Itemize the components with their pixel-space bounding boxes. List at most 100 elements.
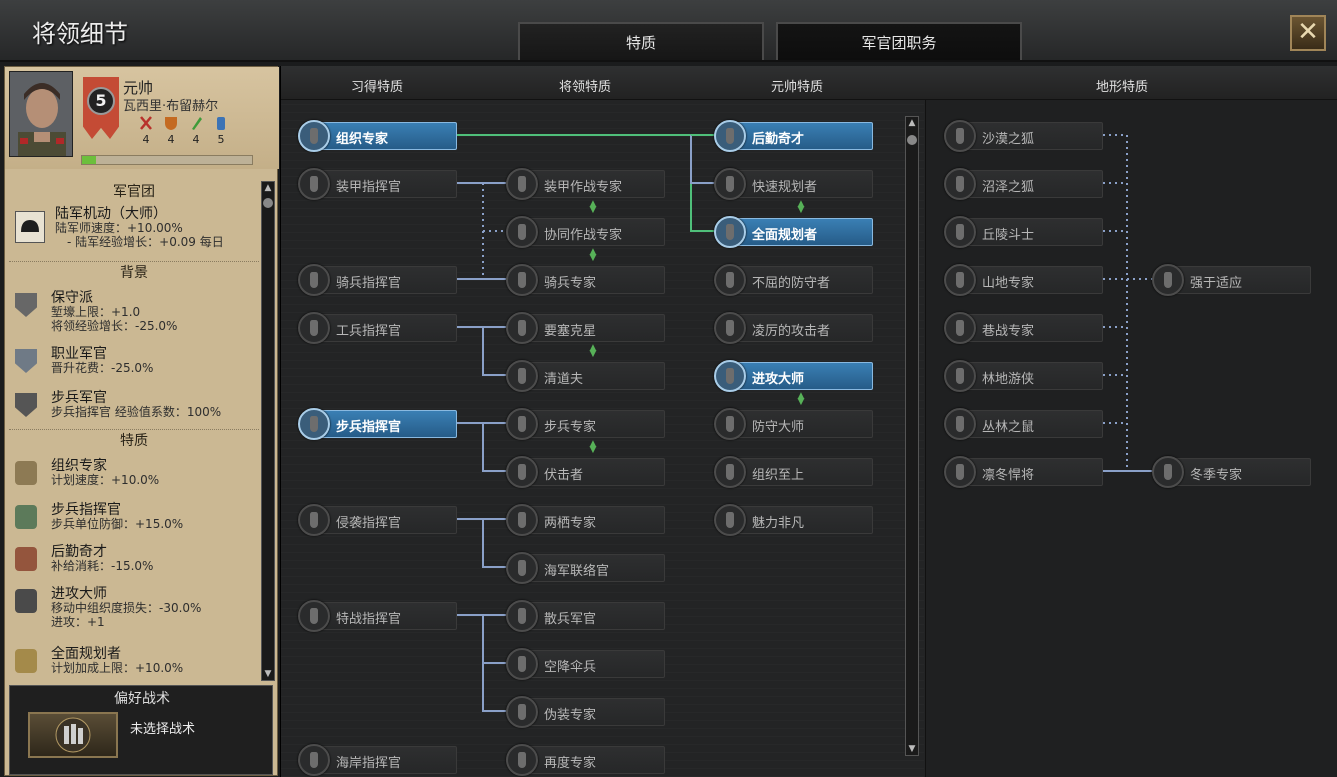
- tab-traits-label: 特质: [625, 34, 656, 52]
- terrain-trait[interactable]: 强于适应: [1152, 264, 1311, 296]
- marshal-trait[interactable]: 组织至上: [714, 456, 873, 488]
- defense-value: 4: [167, 133, 175, 146]
- medal-icon: [298, 120, 330, 152]
- general-trait[interactable]: 步兵专家: [506, 408, 665, 440]
- column-headers: 习得特质 将领特质 元帅特质 地形特质: [281, 66, 1337, 100]
- trait-name: 侵袭指挥官: [336, 516, 402, 531]
- learned-trait[interactable]: 侵袭指挥官: [298, 504, 457, 536]
- medal-icon: [944, 312, 976, 344]
- trait-name: 装甲作战专家: [544, 180, 623, 195]
- learned-trait[interactable]: 工兵指挥官: [298, 312, 457, 344]
- learned-trait[interactable]: 骑兵指挥官: [298, 264, 457, 296]
- general-trait[interactable]: 伏击者: [506, 456, 665, 488]
- learned-trait[interactable]: 组织专家: [298, 120, 457, 152]
- terrain-grid: [925, 100, 1337, 777]
- link-arrow-icon: ▲ ▼: [797, 391, 805, 407]
- learned-trait[interactable]: 装甲指挥官: [298, 168, 457, 200]
- tree-scrollbar[interactable]: ▲ ▼: [905, 116, 919, 756]
- trait-name: 骑兵指挥官: [336, 276, 402, 291]
- general-trait[interactable]: 再度专家: [506, 744, 665, 776]
- scroll-thumb[interactable]: [263, 198, 273, 208]
- close-button[interactable]: ✕: [1290, 15, 1326, 51]
- trait-name: 组织至上: [752, 468, 805, 483]
- terrain-trait[interactable]: 沼泽之狐: [944, 168, 1103, 200]
- trait-name: 丘陵斗士: [982, 228, 1035, 243]
- general-trait[interactable]: 散兵军官: [506, 600, 665, 632]
- medal-icon: [298, 408, 330, 440]
- medal-icon: [15, 589, 37, 613]
- trait-name: 伪装专家: [544, 708, 597, 723]
- scroll-up-icon[interactable]: ▲: [262, 182, 274, 194]
- marshal-trait[interactable]: 魅力非凡: [714, 504, 873, 536]
- general-trait[interactable]: 海军联络官: [506, 552, 665, 584]
- marshal-trait[interactable]: 不屈的防守者: [714, 264, 873, 296]
- trait-name: 不屈的防守者: [752, 276, 831, 291]
- logistics-value: 5: [217, 133, 225, 146]
- learned-trait[interactable]: 特战指挥官: [298, 600, 457, 632]
- helmet-icon: [15, 211, 45, 243]
- trait-name: 凌厉的攻击者: [752, 324, 831, 339]
- terrain-trait[interactable]: 巷战专家: [944, 312, 1103, 344]
- medal-icon: [298, 504, 330, 536]
- marshal-trait[interactable]: 进攻大师: [714, 360, 873, 392]
- shield-icon: [15, 393, 37, 417]
- link-arrow-icon: ▲ ▼: [589, 247, 597, 263]
- scroll-down-icon[interactable]: ▼: [262, 668, 274, 680]
- medal-icon: [506, 168, 538, 200]
- terrain-trait[interactable]: 林地游侠: [944, 360, 1103, 392]
- trait-name: 骑兵专家: [544, 276, 597, 291]
- general-trait[interactable]: 两栖专家: [506, 504, 665, 536]
- select-tactic-button[interactable]: [28, 712, 118, 758]
- officer-corps-role: 陆军机动（大师） 陆军师速度：+10.00% - 陆军经验增长：+0.09 每日: [15, 203, 255, 251]
- terrain-trait[interactable]: 凛冬悍将: [944, 456, 1103, 488]
- learned-trait[interactable]: 步兵指挥官: [298, 408, 457, 440]
- learned-trait[interactable]: 海岸指挥官: [298, 744, 457, 776]
- medal-icon: [1152, 264, 1184, 296]
- medal-icon: [506, 408, 538, 440]
- medal-icon: [506, 696, 538, 728]
- marshal-trait[interactable]: 凌厉的攻击者: [714, 312, 873, 344]
- general-portrait[interactable]: [9, 71, 73, 157]
- tab-traits[interactable]: 特质: [518, 22, 764, 60]
- medal-icon: [15, 505, 37, 529]
- terrain-trait[interactable]: 冬季专家: [1152, 456, 1311, 488]
- tab-officer-corps[interactable]: 军官团职务: [776, 22, 1022, 60]
- trait-summary-effect: 补给消耗：-15.0%: [51, 559, 154, 573]
- details-scrollbar[interactable]: ▲ ▼: [261, 181, 275, 681]
- medal-icon: [506, 312, 538, 344]
- scroll-down-icon[interactable]: ▼: [906, 743, 918, 755]
- terrain-trait[interactable]: 丛林之鼠: [944, 408, 1103, 440]
- defense-stat: 4: [160, 115, 182, 146]
- tactics-title: 偏好战术: [114, 691, 170, 707]
- general-trait[interactable]: 装甲作战专家: [506, 168, 665, 200]
- trait-name: 山地专家: [982, 276, 1035, 291]
- general-details-list[interactable]: 军官团 陆军机动（大师） 陆军师速度：+10.00% - 陆军经验增长：+0.0…: [9, 173, 259, 685]
- general-trait[interactable]: 空降伞兵: [506, 648, 665, 680]
- medal-icon: [506, 600, 538, 632]
- terrain-trait[interactable]: 沙漠之狐: [944, 120, 1103, 152]
- general-info-panel: 5 元帅 瓦西里·布留赫尔 4 4 4 5 军官团 陆军机动（大师） 陆军师速度…: [4, 66, 279, 776]
- marshal-trait[interactable]: 快速规划者: [714, 168, 873, 200]
- trait-name: 魅力非凡: [752, 516, 805, 531]
- scroll-thumb[interactable]: [907, 135, 917, 145]
- marshal-trait[interactable]: 后勤奇才: [714, 120, 873, 152]
- tactic-value: 未选择战术: [130, 722, 196, 737]
- general-trait[interactable]: 清道夫: [506, 360, 665, 392]
- general-trait[interactable]: 协同作战专家: [506, 216, 665, 248]
- marshal-trait[interactable]: 防守大师: [714, 408, 873, 440]
- marshal-trait[interactable]: 全面规划者: [714, 216, 873, 248]
- terrain-trait[interactable]: 丘陵斗士: [944, 216, 1103, 248]
- experience-bar: [81, 155, 253, 165]
- experience-fill: [82, 156, 96, 164]
- background-title: 背景: [9, 261, 259, 282]
- trait-name: 全面规划者: [752, 228, 818, 243]
- medal-icon: [506, 456, 538, 488]
- general-trait[interactable]: 要塞克星: [506, 312, 665, 344]
- terrain-trait[interactable]: 山地专家: [944, 264, 1103, 296]
- medal-icon: [944, 456, 976, 488]
- general-trait[interactable]: 伪装专家: [506, 696, 665, 728]
- general-trait[interactable]: 骑兵专家: [506, 264, 665, 296]
- window-title: 将领细节: [32, 20, 128, 48]
- scroll-up-icon[interactable]: ▲: [906, 117, 918, 129]
- close-icon: ✕: [1297, 17, 1319, 47]
